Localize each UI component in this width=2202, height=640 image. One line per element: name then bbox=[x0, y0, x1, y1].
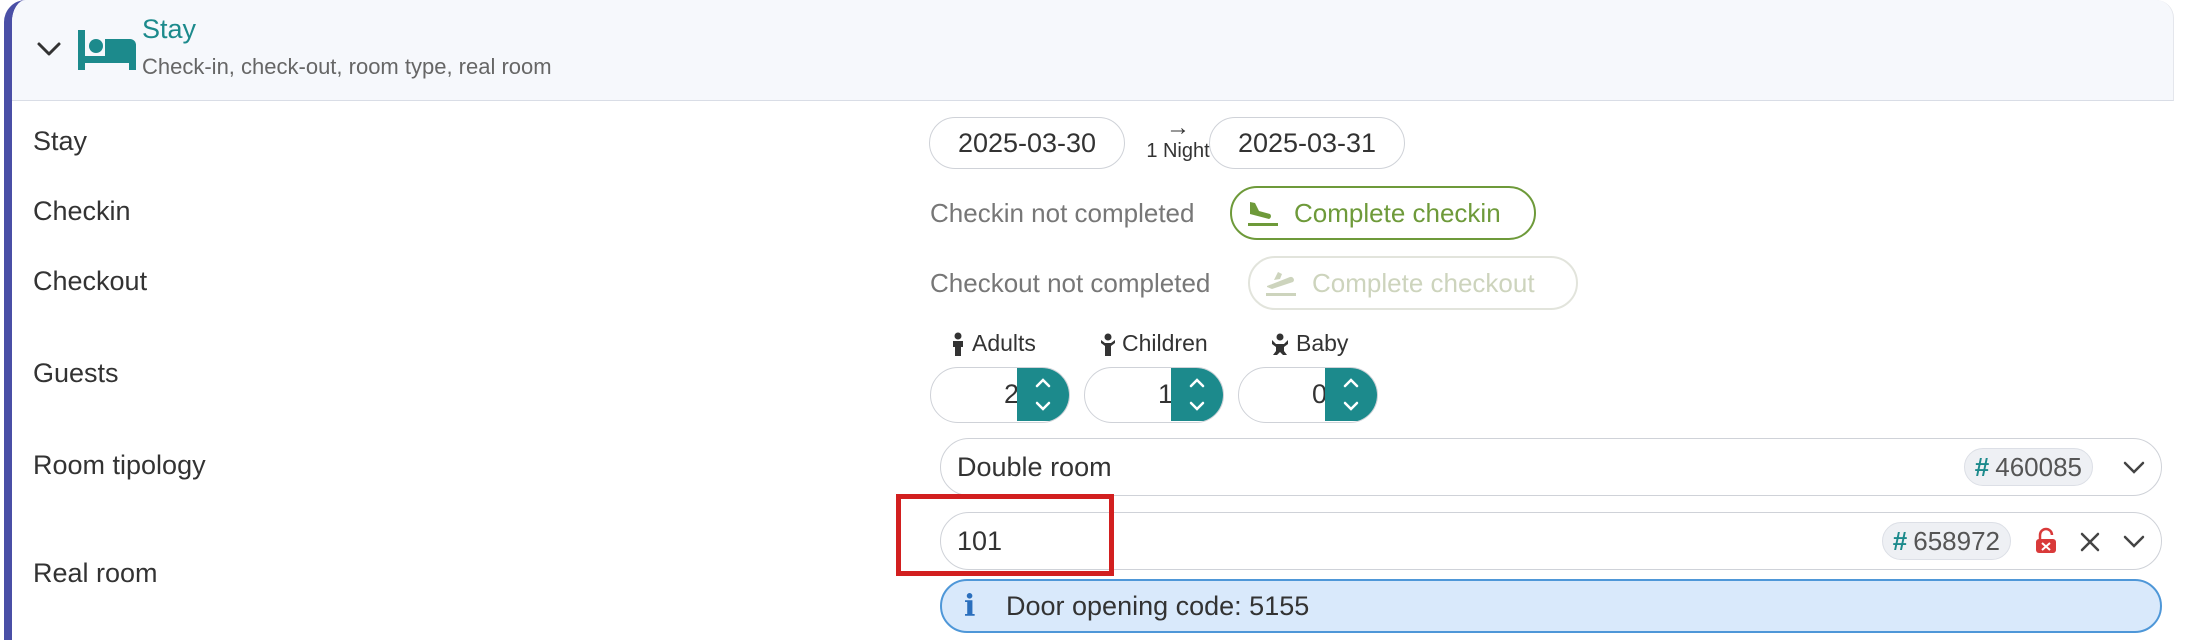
checkin-status: Checkin not completed bbox=[930, 198, 1195, 228]
adults-value: 2 bbox=[1003, 379, 1019, 409]
children-value: 1 bbox=[1157, 379, 1173, 409]
clear-icon[interactable] bbox=[2077, 529, 2103, 555]
bed-icon bbox=[78, 30, 136, 70]
adult-icon bbox=[953, 332, 963, 356]
children-label: Children bbox=[1100, 330, 1208, 357]
chevron-down-icon[interactable] bbox=[2121, 455, 2147, 479]
room-typology-select[interactable]: Double room # 460085 bbox=[940, 438, 2162, 496]
baby-label: Baby bbox=[1270, 330, 1348, 357]
plane-departure-icon bbox=[1266, 272, 1296, 296]
hash-icon: # bbox=[1974, 451, 1990, 482]
baby-spin-buttons[interactable] bbox=[1325, 368, 1377, 421]
highlight-box bbox=[896, 494, 1114, 576]
complete-checkout-label: Complete checkout bbox=[1312, 267, 1535, 298]
checkout-label: Checkout bbox=[33, 266, 148, 296]
spin-arrows-icon bbox=[1343, 378, 1359, 411]
baby-stepper[interactable]: 0 bbox=[1238, 367, 1378, 423]
hash-icon: # bbox=[1892, 525, 1908, 556]
spin-arrows-icon bbox=[1035, 378, 1051, 411]
checkout-date-field[interactable]: 2025-03-31 bbox=[1209, 117, 1405, 169]
unlock-icon[interactable] bbox=[2033, 527, 2059, 555]
info-icon: i bbox=[964, 588, 976, 624]
adults-stepper[interactable]: 2 bbox=[930, 367, 1070, 423]
arrow-right-icon: → bbox=[1166, 114, 1190, 141]
nights-count: 1 Night bbox=[1146, 140, 1210, 162]
plane-landing-icon bbox=[1248, 202, 1278, 226]
checkout-status: Checkout not completed bbox=[930, 268, 1211, 298]
checkin-date-field[interactable]: 2025-03-30 bbox=[929, 117, 1125, 169]
chevron-down-icon[interactable] bbox=[2121, 529, 2147, 553]
section-title: Stay bbox=[142, 14, 197, 44]
baby-icon bbox=[1272, 333, 1288, 355]
section-subtitle: Check-in, check-out, room type, real roo… bbox=[142, 54, 552, 79]
complete-checkin-label: Complete checkin bbox=[1294, 197, 1501, 228]
chevron-down-icon[interactable] bbox=[34, 34, 64, 64]
children-spin-buttons[interactable] bbox=[1171, 368, 1223, 421]
child-icon bbox=[1101, 333, 1115, 356]
room-typology-value: Double room bbox=[957, 452, 1112, 482]
spin-arrows-icon bbox=[1189, 378, 1205, 411]
door-code-info: i Door opening code: 5155 bbox=[940, 579, 2162, 633]
room-typology-label: Room tipology bbox=[33, 450, 206, 480]
adults-spin-buttons[interactable] bbox=[1017, 368, 1069, 421]
section-header[interactable]: Stay Check-in, check-out, room type, rea… bbox=[12, 0, 2174, 101]
adults-label: Adults bbox=[950, 330, 1036, 357]
checkin-label: Checkin bbox=[33, 196, 131, 226]
nights-indicator: → 1 Night bbox=[1138, 116, 1218, 163]
children-stepper[interactable]: 1 bbox=[1084, 367, 1224, 423]
real-room-label: Real room bbox=[33, 558, 158, 588]
door-code-text: Door opening code: 5155 bbox=[1006, 590, 1310, 621]
complete-checkout-button[interactable]: Complete checkout bbox=[1248, 256, 1578, 310]
room-typology-id-badge: # 460085 bbox=[1963, 448, 2093, 486]
baby-value: 0 bbox=[1311, 379, 1327, 409]
real-room-id-badge: # 658972 bbox=[1881, 522, 2011, 560]
real-room-select[interactable]: 101 # 658972 bbox=[940, 512, 2162, 570]
stay-label: Stay bbox=[33, 126, 88, 156]
guests-label: Guests bbox=[33, 358, 119, 388]
complete-checkin-button[interactable]: Complete checkin bbox=[1230, 186, 1536, 240]
